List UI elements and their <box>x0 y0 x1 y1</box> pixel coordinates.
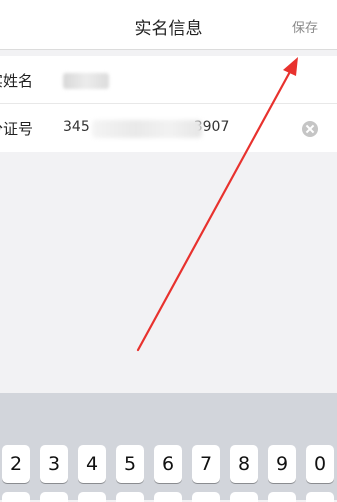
name-row[interactable]: 实姓名 <box>0 56 337 104</box>
key-next-row[interactable] <box>154 492 182 502</box>
key-6[interactable]: 6 <box>154 445 182 483</box>
key-4[interactable]: 4 <box>78 445 106 483</box>
name-label: 实姓名 <box>0 72 34 90</box>
key-3[interactable]: 3 <box>40 445 68 483</box>
key-next-row[interactable] <box>116 492 144 502</box>
key-next-row[interactable] <box>78 492 106 502</box>
key-next-row[interactable] <box>2 492 30 502</box>
id-row[interactable]: 分证号 3453907 <box>0 104 337 152</box>
keyboard-number-row: 234567890 <box>0 445 337 502</box>
key-next-row[interactable] <box>40 492 68 502</box>
id-number-label: 分证号 <box>0 120 34 138</box>
key-7[interactable]: 7 <box>192 445 220 483</box>
key-2[interactable]: 2 <box>2 445 30 483</box>
navigation-bar: 实名信息 保存 <box>0 0 337 50</box>
key-5[interactable]: 5 <box>116 445 144 483</box>
numeric-keyboard: 234567890 <box>0 393 337 502</box>
page-title: 实名信息 <box>134 19 203 39</box>
key-next-row[interactable] <box>306 492 334 502</box>
key-8[interactable]: 8 <box>230 445 258 483</box>
id-number-redaction <box>92 120 202 138</box>
name-field-redacted[interactable] <box>63 73 109 89</box>
key-0[interactable]: 0 <box>306 445 334 483</box>
real-name-form: 实姓名 分证号 3453907 <box>0 56 337 152</box>
clear-icon[interactable] <box>302 121 318 137</box>
key-9[interactable]: 9 <box>268 445 296 483</box>
key-next-row[interactable] <box>192 492 220 502</box>
key-next-row[interactable] <box>268 492 296 502</box>
save-button[interactable]: 保存 <box>292 17 318 36</box>
key-next-row[interactable] <box>230 492 258 502</box>
id-number-prefix: 345 <box>63 119 90 135</box>
